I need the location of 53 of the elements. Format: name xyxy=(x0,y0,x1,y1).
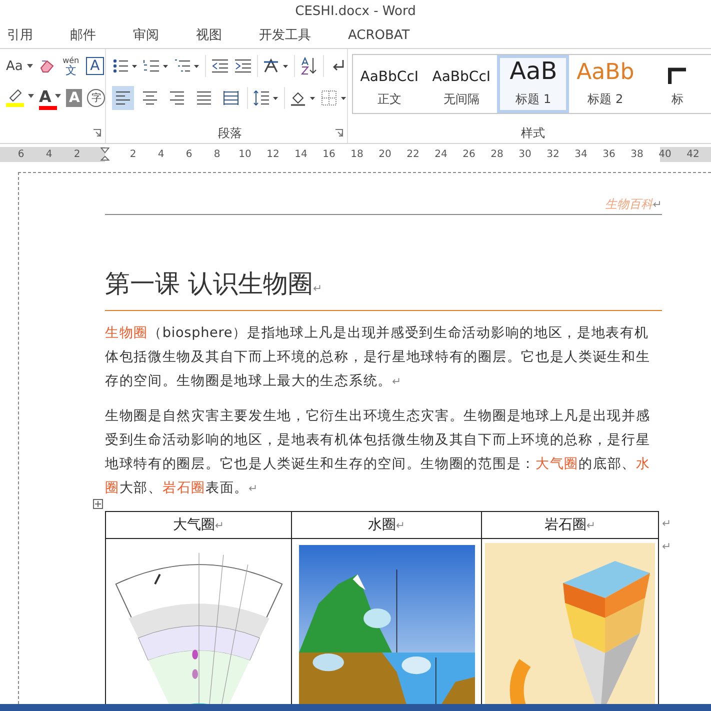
dialog-launcher-icon[interactable] xyxy=(335,129,344,137)
line-spacing-icon[interactable] xyxy=(253,90,280,106)
style-item[interactable]: 标 xyxy=(641,55,711,113)
decrease-indent-icon[interactable] xyxy=(211,57,230,75)
align-center-icon xyxy=(142,91,158,105)
phonetic-guide-button[interactable]: wén 文 xyxy=(60,56,81,76)
table-header-cell: 水圈↵ xyxy=(292,512,482,539)
dropdown-caret-icon xyxy=(26,64,33,68)
bullets-icon[interactable] xyxy=(112,58,138,74)
header-text: 生物百科↵ xyxy=(604,196,662,213)
style-item[interactable]: AaBbCcI 正文 xyxy=(353,55,426,113)
indent-marker-icon[interactable] xyxy=(100,147,110,162)
asian-layout-icon[interactable] xyxy=(263,58,290,74)
align-left-button[interactable] xyxy=(112,86,134,110)
numbering-icon[interactable] xyxy=(143,58,170,74)
group-label: 样式 xyxy=(520,124,545,142)
character-shading-button[interactable]: A xyxy=(66,89,82,107)
group-label: 段落 xyxy=(218,124,242,142)
style-item[interactable]: AaBbCcI 无间隔 xyxy=(425,55,498,113)
document-heading: 第一课 认识生物圈↵ xyxy=(105,267,662,311)
style-item[interactable]: AaB 标题 1 xyxy=(497,55,570,113)
ruler: 6 4 2 2 4 6 8 10 12 14 16 18 20 22 24 26 28 30 32 34 36 38 40 42 xyxy=(0,147,711,162)
table-header-cell: 岩石圈↵ xyxy=(482,512,658,539)
borders-icon[interactable] xyxy=(321,90,348,106)
window-title: CESHI.docx - Word xyxy=(295,4,416,18)
align-left-icon xyxy=(115,91,132,105)
table-move-handle-icon[interactable] xyxy=(93,499,103,509)
change-case-button[interactable]: Aa xyxy=(6,58,33,74)
ribbon-tab[interactable]: 开发工具 xyxy=(252,24,325,46)
sort-icon[interactable] xyxy=(300,57,318,75)
highlight-button[interactable] xyxy=(6,89,34,107)
table-header-cell: 大气圈↵ xyxy=(106,512,292,539)
align-right-icon xyxy=(169,91,186,105)
ribbon-tab[interactable]: 审阅 xyxy=(126,24,173,46)
font-color-button[interactable]: A xyxy=(39,86,62,110)
align-distributed-icon xyxy=(223,91,240,105)
align-justify-icon xyxy=(196,91,212,105)
character-border-button[interactable]: A xyxy=(86,57,104,75)
dropdown-caret-icon xyxy=(28,94,34,98)
row-end-mark: ↵ xyxy=(662,517,672,530)
dialog-launcher-icon[interactable] xyxy=(93,129,102,137)
ribbon-tab[interactable]: 邮件 xyxy=(63,24,110,46)
enclose-characters-button[interactable]: 字 xyxy=(87,89,106,107)
body-paragraph: 生物圈是自然灾害主要发生地，它衍生出环境生态灾害。生物圈是地球上凡是出现并感受到生命活动影响的地区，是地表有机体包括微生物及其自下而上环境的总称，是行星地球特有的圈层。它也是人类诞生和生存的空间。生物圈的范围是：大气圈的底部、水圈大部、岩石圈表面。↵ xyxy=(105,407,652,498)
ribbon-tab[interactable]: 视图 xyxy=(189,24,236,46)
ribbon-tab[interactable]: ACROBAT xyxy=(341,26,424,44)
row-end-mark: ↵ xyxy=(662,540,672,553)
body-paragraph: 生物圈（biosphere）是指地球上凡是出现并感受到生命活动影响的地区，是地表有机体包括微生物及其自下而上环境的总称，是行星地球特有的圈层。它也是人类诞生和生存的空间。生物圈是地球上最大的生态系统。↵ xyxy=(105,324,652,391)
increase-indent-icon[interactable] xyxy=(234,57,252,75)
dropdown-caret-icon xyxy=(55,94,62,98)
ribbon-tab[interactable]: 引用 xyxy=(0,24,47,46)
style-item[interactable]: AaBb 标题 2 xyxy=(569,55,642,113)
multilevel-list-icon[interactable] xyxy=(174,58,200,74)
